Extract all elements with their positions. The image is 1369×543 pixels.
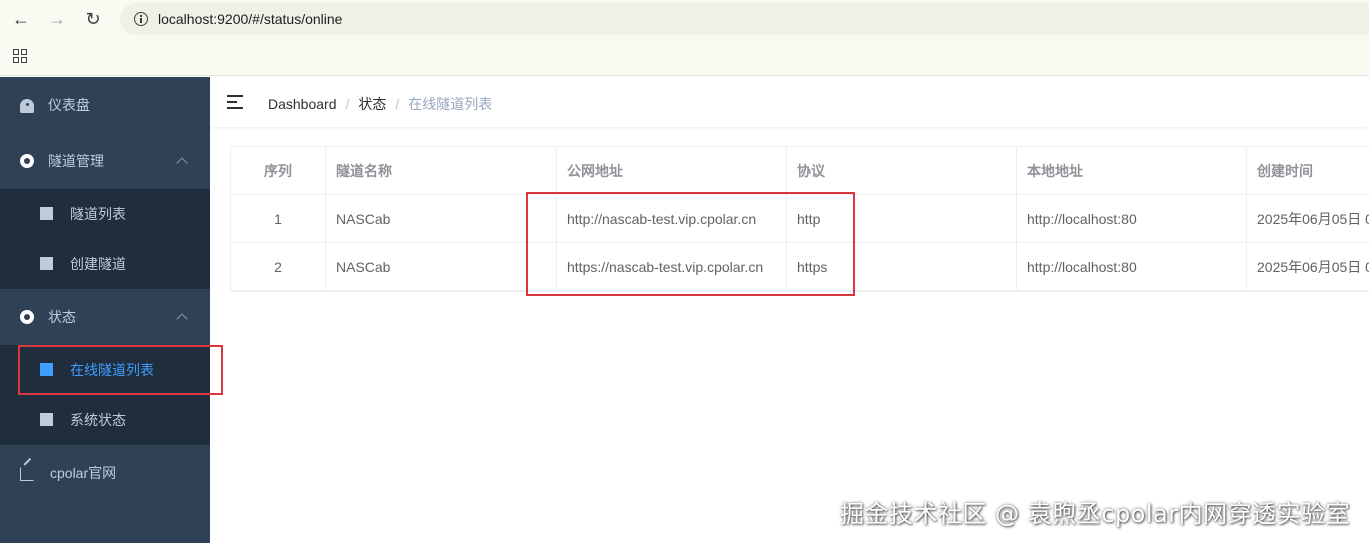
- url-text[interactable]: localhost:9200/#/status/online: [158, 11, 342, 27]
- sidebar-item-dashboard[interactable]: 仪表盘: [0, 77, 210, 133]
- sidebar-highlight-box: [18, 345, 223, 395]
- breadcrumb-item-current: 在线隧道列表: [408, 96, 493, 112]
- breadcrumb-separator: /: [395, 96, 400, 112]
- submenu-tunnel-management: 隧道列表 创建隧道: [0, 189, 210, 289]
- chevron-up-icon: [176, 157, 188, 169]
- dashboard-icon: [20, 99, 34, 113]
- sidebar-item-label: 隧道管理: [48, 153, 104, 169]
- table-icon: [40, 257, 53, 270]
- column-header-index: 序列: [231, 147, 326, 195]
- sidebar-item-label: cpolar官网: [50, 465, 117, 481]
- sidebar-item-tunnel-management[interactable]: 隧道管理: [0, 133, 210, 189]
- table-icon: [40, 207, 53, 220]
- navbar: Dashboard / 状态 / 在线隧道列表: [210, 77, 1369, 127]
- address-bar[interactable]: localhost:9200/#/status/online: [120, 3, 1369, 35]
- breadcrumb-item-dashboard[interactable]: Dashboard: [268, 96, 337, 112]
- column-header-created-time: 创建时间: [1247, 147, 1369, 195]
- sidebar: 仪表盘 隧道管理 隧道列表 创建隧道 状态 在线隧道列表 系统状态 cpolar…: [0, 77, 210, 543]
- external-link-icon: [20, 467, 34, 481]
- cell-local-address: http://localhost:80: [1017, 243, 1247, 291]
- site-info-icon[interactable]: [134, 12, 148, 26]
- chevron-up-icon: [176, 313, 188, 325]
- column-header-public-url: 公网地址: [557, 147, 787, 195]
- forward-arrow-icon[interactable]: →: [46, 8, 68, 30]
- cell-created-time: 2025年06月05日 0: [1247, 243, 1369, 291]
- sidebar-item-status[interactable]: 状态: [0, 289, 210, 345]
- apps-grid-icon[interactable]: [13, 49, 27, 63]
- circle-icon: [20, 154, 34, 168]
- table-header-row: 序列 隧道名称 公网地址 协议 本地地址 创建时间: [231, 147, 1369, 195]
- breadcrumb: Dashboard / 状态 / 在线隧道列表: [268, 94, 492, 114]
- sidebar-item-label: 创建隧道: [70, 256, 126, 272]
- table-icon: [40, 413, 53, 426]
- breadcrumb-separator: /: [345, 96, 350, 112]
- cell-created-time: 2025年06月05日 0: [1247, 195, 1369, 243]
- back-arrow-icon[interactable]: ←: [10, 8, 32, 30]
- table-highlight-box: [526, 192, 855, 296]
- cell-tunnel-name: NASCab: [326, 195, 557, 243]
- sidebar-item-label: 状态: [48, 309, 76, 325]
- bookmarks-bar: [0, 38, 1369, 76]
- column-header-protocol: 协议: [787, 147, 1017, 195]
- sidebar-item-cpolar-website[interactable]: cpolar官网: [0, 445, 210, 501]
- circle-icon: [20, 310, 34, 324]
- column-header-local-address: 本地地址: [1017, 147, 1247, 195]
- cell-local-address: http://localhost:80: [1017, 195, 1247, 243]
- sidebar-item-tunnel-list[interactable]: 隧道列表: [0, 189, 210, 239]
- browser-toolbar: ← → ↻ localhost:9200/#/status/online: [0, 0, 1369, 38]
- sidebar-item-label: 系统状态: [70, 412, 126, 428]
- column-header-tunnel-name: 隧道名称: [326, 147, 557, 195]
- sidebar-item-system-status[interactable]: 系统状态: [0, 395, 210, 445]
- hamburger-menu-icon[interactable]: [227, 95, 243, 109]
- breadcrumb-item-status[interactable]: 状态: [358, 94, 386, 114]
- reload-icon[interactable]: ↻: [82, 8, 104, 30]
- cell-tunnel-name: NASCab: [326, 243, 557, 291]
- sidebar-item-create-tunnel[interactable]: 创建隧道: [0, 239, 210, 289]
- watermark-text: 掘金技术社区 @ 袁煦丞cpolar内网穿透实验室: [840, 500, 1351, 528]
- cell-index: 1: [231, 195, 326, 243]
- sidebar-item-label: 隧道列表: [70, 206, 126, 222]
- sidebar-item-label: 仪表盘: [48, 97, 90, 113]
- cell-index: 2: [231, 243, 326, 291]
